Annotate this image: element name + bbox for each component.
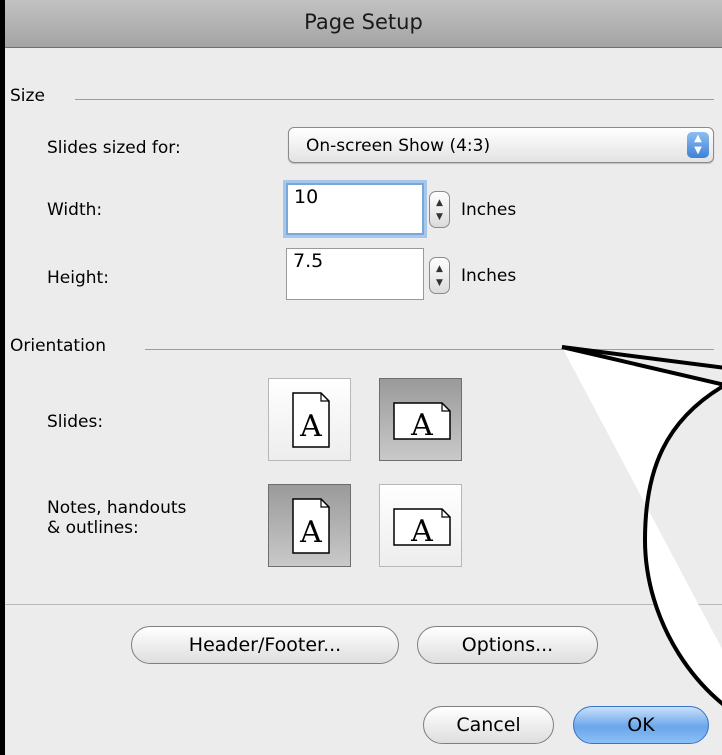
speech-bubble-callout [561,345,722,706]
page-setup-dialog: Page Setup Size Slides sized for: On-scr… [5,0,722,755]
